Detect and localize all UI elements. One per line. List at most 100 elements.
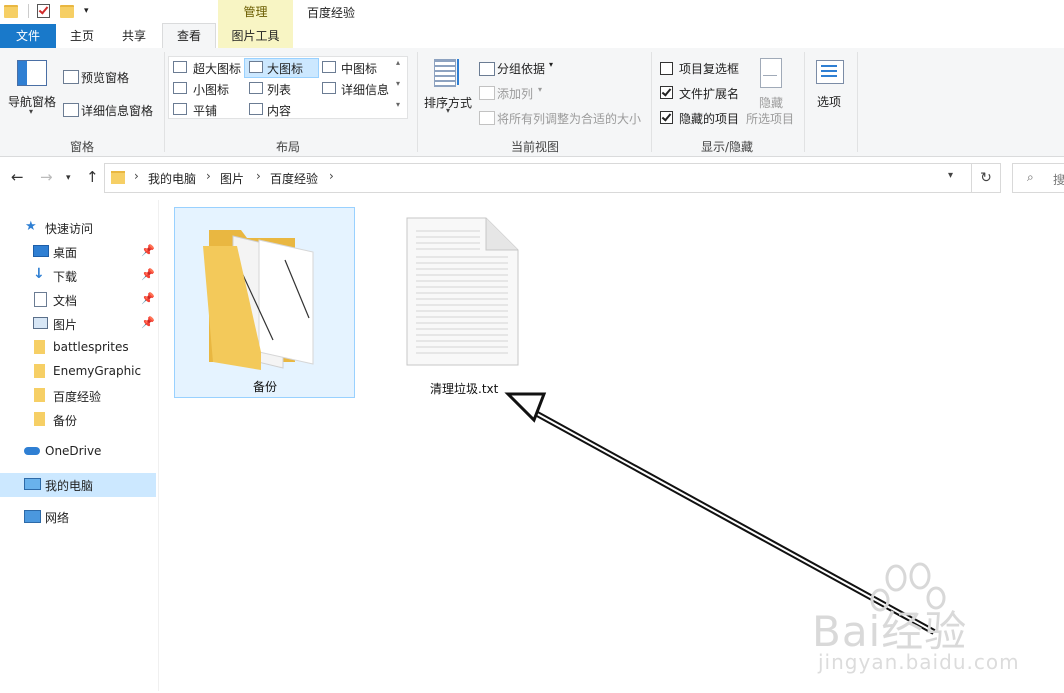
chevron-right-icon[interactable]: › xyxy=(256,169,261,183)
add-columns-button[interactable]: 添加列 xyxy=(497,85,533,102)
recent-locations-chevron-icon[interactable]: ▾ xyxy=(66,173,71,183)
nav-label: 备份 xyxy=(53,414,78,428)
details-icon xyxy=(322,82,336,94)
nav-item-desktop[interactable]: 桌面 📌 xyxy=(0,240,156,264)
divider xyxy=(164,52,165,152)
details-pane-button[interactable]: 详细信息窗格 xyxy=(81,102,153,119)
chevron-down-icon[interactable]: ▾ xyxy=(29,107,33,116)
breadcrumb-this-pc[interactable]: 我的电脑 xyxy=(148,170,196,187)
gallery-scroll-down-icon[interactable]: ▾ xyxy=(396,79,400,88)
chevron-right-icon[interactable]: › xyxy=(206,169,211,183)
group-by-button[interactable]: 分组依据 xyxy=(497,60,545,77)
folder-large-icon xyxy=(203,230,314,370)
tab-view[interactable]: 查看 xyxy=(162,23,216,49)
folder-icon[interactable] xyxy=(4,4,18,18)
nav-item-battlesprites[interactable]: battlesprites xyxy=(0,336,156,360)
new-folder-icon[interactable] xyxy=(60,4,74,18)
layout-content[interactable]: 内容 xyxy=(267,102,291,119)
preview-pane-icon[interactable] xyxy=(63,70,79,84)
forward-arrow-icon[interactable]: → xyxy=(40,168,53,186)
folder-icon xyxy=(34,340,45,354)
watermark: Bai经验 jingyan.baidu.com xyxy=(808,560,1058,690)
file-extensions-label: 文件扩展名 xyxy=(679,87,740,101)
nav-label: 快速访问 xyxy=(45,222,94,236)
nav-item-network[interactable]: 网络 xyxy=(0,505,156,529)
hide-selected-button[interactable]: 隐藏 xyxy=(759,94,783,111)
folder-icon xyxy=(34,364,45,378)
watermark-url: jingyan.baidu.com xyxy=(818,650,1020,674)
nav-item-documents[interactable]: 文档 📌 xyxy=(0,288,156,312)
file-extensions-checkbox[interactable] xyxy=(660,86,673,99)
nav-item-quick-access[interactable]: ★ 快速访问 xyxy=(0,216,156,240)
star-icon: ★ xyxy=(25,219,37,234)
details-pane-icon[interactable] xyxy=(63,103,79,117)
options-button[interactable]: 选项 xyxy=(817,93,841,110)
chevron-right-icon[interactable]: › xyxy=(329,169,334,183)
nav-label: 下载 xyxy=(53,270,78,284)
breadcrumb-baidu-jingyan[interactable]: 百度经验 xyxy=(270,170,318,187)
extra-large-icons-icon xyxy=(173,61,187,73)
computer-icon xyxy=(24,478,41,490)
group-label-current-view: 当前视图 xyxy=(510,140,559,154)
group-by-icon xyxy=(479,62,495,76)
tab-home[interactable]: 主页 xyxy=(58,24,106,48)
pin-icon[interactable]: 📌 xyxy=(141,244,155,257)
breadcrumb-pictures[interactable]: 图片 xyxy=(220,170,244,187)
chevron-down-icon[interactable]: ▾ xyxy=(549,60,553,69)
back-arrow-icon[interactable]: ← xyxy=(11,168,24,186)
layout-large-icons[interactable]: 大图标 xyxy=(267,60,303,77)
gallery-expand-icon[interactable]: ▾ xyxy=(396,100,400,109)
hidden-items-checkbox[interactable] xyxy=(660,111,673,124)
title-bar xyxy=(0,0,1064,24)
divider xyxy=(857,52,858,152)
pin-icon[interactable]: 📌 xyxy=(141,268,155,281)
customize-toolbar-icon[interactable]: ▾ xyxy=(84,4,92,18)
chevron-down-icon[interactable]: ▾ xyxy=(446,106,450,115)
layout-extra-large-icons[interactable]: 超大图标 xyxy=(193,60,241,77)
layout-tiles[interactable]: 平铺 xyxy=(193,102,217,119)
divider xyxy=(651,52,652,152)
layout-list[interactable]: 列表 xyxy=(267,81,291,98)
options-icon[interactable] xyxy=(816,60,844,84)
group-label-layout: 布局 xyxy=(275,140,300,154)
nav-item-this-pc[interactable]: 我的电脑 xyxy=(0,473,156,497)
search-input[interactable]: ⌕ 搜 xyxy=(1012,163,1064,193)
nav-item-baidu-jingyan[interactable]: 百度经验 xyxy=(0,384,156,408)
size-all-columns-button[interactable]: 将所有列调整为合适的大小 xyxy=(497,110,641,127)
preview-pane-button[interactable]: 预览窗格 xyxy=(81,69,129,86)
pin-icon[interactable]: 📌 xyxy=(141,292,155,305)
sort-by-icon[interactable] xyxy=(434,59,462,87)
navigation-pane-icon[interactable] xyxy=(17,60,47,86)
tab-picture-tools[interactable]: 图片工具 xyxy=(218,24,293,48)
address-dropdown-chevron-icon[interactable]: ▾ xyxy=(948,170,953,181)
tab-share[interactable]: 共享 xyxy=(108,24,160,48)
up-arrow-icon[interactable]: ↑ xyxy=(86,168,99,186)
pin-icon[interactable]: 📌 xyxy=(141,316,155,329)
nav-item-backup[interactable]: 备份 xyxy=(0,408,156,432)
tab-file[interactable]: 文件 xyxy=(0,24,56,48)
group-label-pane: 窗格 xyxy=(69,140,94,154)
nav-item-onedrive[interactable]: OneDrive xyxy=(0,440,156,464)
desktop-icon xyxy=(33,245,49,257)
item-checkboxes-checkbox[interactable] xyxy=(660,62,673,75)
nav-item-downloads[interactable]: ↓ 下载 📌 xyxy=(0,264,156,288)
nav-item-pictures[interactable]: 图片 📌 xyxy=(0,312,156,336)
folder-icon xyxy=(111,171,125,184)
hide-selected-button-line2: 所选项目 xyxy=(746,112,795,126)
layout-details[interactable]: 详细信息 xyxy=(341,81,389,98)
nav-label: battlesprites xyxy=(53,340,129,354)
refresh-icon[interactable]: ↻ xyxy=(971,163,1001,193)
large-icons-icon xyxy=(249,61,263,73)
nav-item-enemygraphic[interactable]: EnemyGraphic xyxy=(0,360,156,384)
content-icon xyxy=(249,103,263,115)
gallery-scroll-up-icon[interactable]: ▴ xyxy=(396,58,400,67)
properties-icon[interactable] xyxy=(37,4,50,18)
folder-item-backup[interactable]: 备份 xyxy=(174,207,355,398)
list-icon xyxy=(249,82,263,94)
file-item-txt[interactable]: 清理垃圾.txt xyxy=(406,207,521,403)
layout-small-icons[interactable]: 小图标 xyxy=(193,81,229,98)
nav-label: 我的电脑 xyxy=(45,479,94,493)
hide-selected-icon[interactable] xyxy=(760,58,782,88)
layout-medium-icons[interactable]: 中图标 xyxy=(341,60,377,77)
chevron-right-icon[interactable]: › xyxy=(134,169,139,183)
